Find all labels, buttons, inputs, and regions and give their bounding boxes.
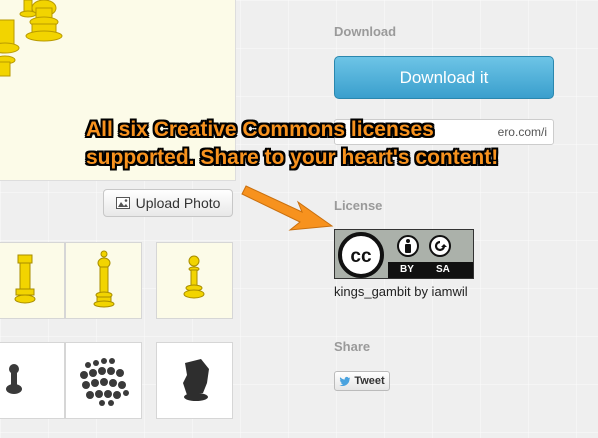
thumbnail-knight[interactable] xyxy=(156,342,233,419)
cc-sa-label: SA xyxy=(436,264,450,275)
rook-icon xyxy=(14,254,36,304)
thumbnail-rook[interactable] xyxy=(0,242,65,319)
tweet-button[interactable]: Tweet xyxy=(334,371,390,391)
download-button[interactable]: Download it xyxy=(334,56,554,99)
knight-icon xyxy=(183,359,209,401)
chess-set-icon xyxy=(80,358,129,406)
photo-icon xyxy=(115,197,130,209)
twitter-bird-icon xyxy=(339,376,351,386)
download-section-title: Download xyxy=(334,24,397,39)
cc-license-badge[interactable]: cc BY SA xyxy=(334,229,474,279)
pawn-icon xyxy=(183,255,205,299)
annotation-line-1: All six Creative Commons licenses xyxy=(86,118,434,141)
cc-by-label: BY xyxy=(400,264,414,275)
thumbnail-dark-pawn[interactable] xyxy=(0,342,65,419)
share-alike-icon xyxy=(429,235,451,257)
license-caption: kings_gambit by iamwil xyxy=(334,284,468,299)
annotation-line-2: supported. Share to your heart's content… xyxy=(86,146,499,169)
dark-pawn-icon xyxy=(6,364,22,394)
upload-photo-label: Upload Photo xyxy=(135,195,221,211)
thumbnail-pawn[interactable] xyxy=(156,242,233,319)
arrow-pointer xyxy=(241,185,334,231)
cc-text: cc xyxy=(350,246,372,267)
upload-photo-button[interactable]: Upload Photo xyxy=(103,189,233,217)
license-section-title: License xyxy=(334,198,383,213)
attribution-icon xyxy=(397,235,419,257)
cc-terms-bar: BY SA xyxy=(388,262,473,278)
annotation-callout: All six Creative Commons licenses suppor… xyxy=(86,116,566,172)
queen-icon xyxy=(93,250,115,308)
share-section-title: Share xyxy=(334,339,371,354)
thumbnail-full-set[interactable] xyxy=(65,342,142,419)
tweet-label: Tweet xyxy=(354,375,385,387)
thumbnail-queen[interactable] xyxy=(65,242,142,319)
